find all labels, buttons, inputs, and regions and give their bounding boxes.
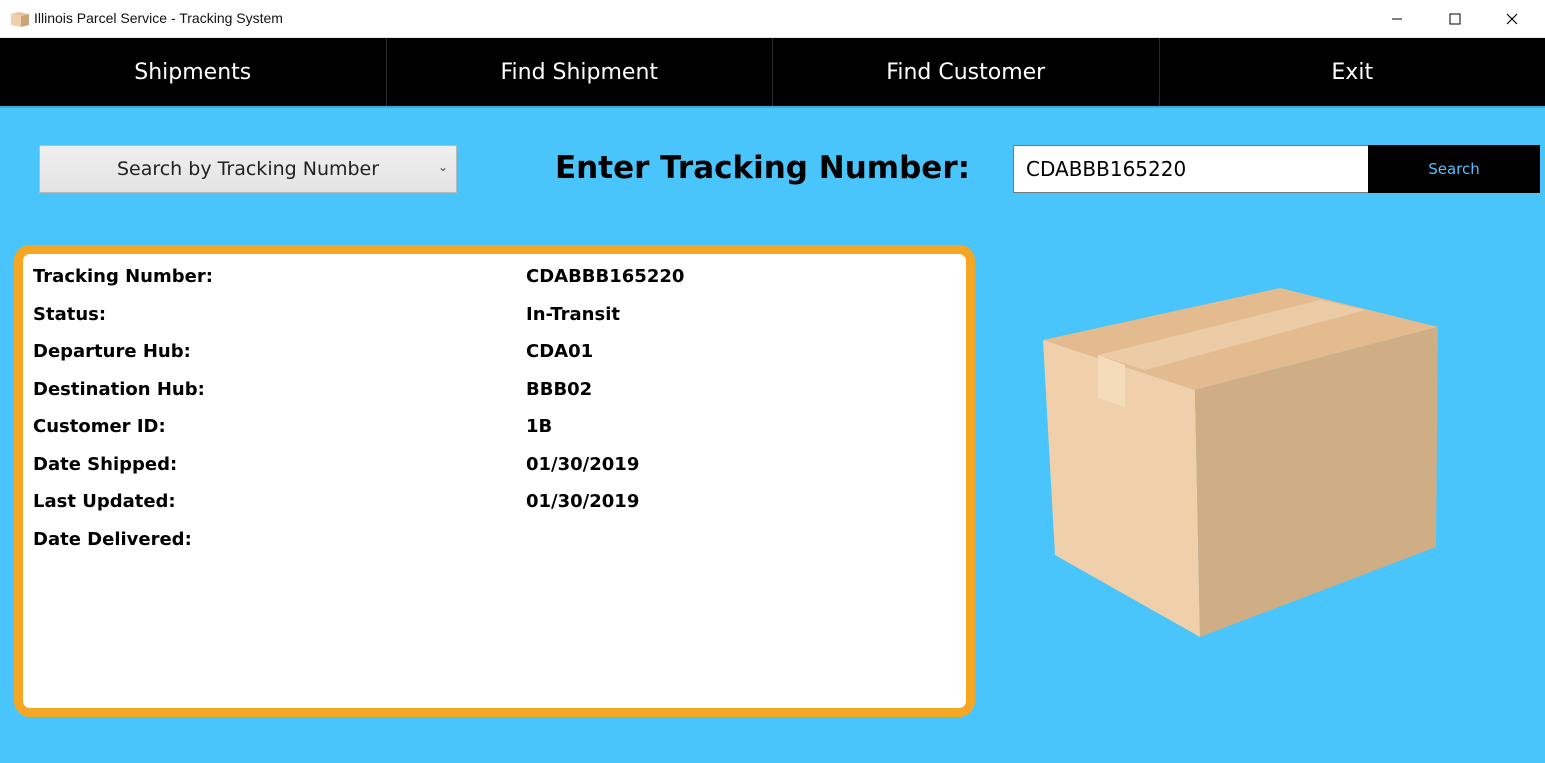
last-updated-value: 01/30/2019 xyxy=(526,491,640,512)
minimize-icon xyxy=(1392,18,1402,20)
last-updated-label: Last Updated: xyxy=(33,491,176,512)
date-delivered-label: Date Delivered: xyxy=(33,529,192,550)
nav-find-shipment[interactable]: Find Shipment xyxy=(387,38,773,106)
tracking-number-value: CDABBB165220 xyxy=(526,266,685,287)
status-value: In-Transit xyxy=(526,304,620,325)
window-title: Illinois Parcel Service - Tracking Syste… xyxy=(34,10,283,26)
nav-shipments[interactable]: Shipments xyxy=(0,38,387,106)
chevron-down-icon: ⌄ xyxy=(437,160,448,174)
title-bar: Illinois Parcel Service - Tracking Syste… xyxy=(0,0,1545,38)
search-button[interactable]: Search xyxy=(1368,145,1540,193)
destination-hub-label: Destination Hub: xyxy=(33,379,205,400)
minimize-button[interactable] xyxy=(1374,0,1420,38)
nav-find-customer[interactable]: Find Customer xyxy=(773,38,1160,106)
destination-hub-value: BBB02 xyxy=(526,379,593,400)
customer-id-label: Customer ID: xyxy=(33,416,166,437)
search-mode-dropdown[interactable]: Search by Tracking Number ⌄ xyxy=(39,145,457,193)
customer-id-value: 1B xyxy=(526,416,553,437)
shipment-details-card: Tracking Number: CDABBB165220 Status: In… xyxy=(14,245,975,717)
tracking-number-label: Tracking Number: xyxy=(33,266,213,287)
departure-hub-label: Departure Hub: xyxy=(33,341,191,362)
main-nav: Shipments Find Shipment Find Customer Ex… xyxy=(0,38,1545,106)
box-app-icon xyxy=(11,12,29,27)
departure-hub-value: CDA01 xyxy=(526,341,594,362)
tracking-prompt: Enter Tracking Number: xyxy=(555,150,971,186)
tracking-number-input[interactable] xyxy=(1013,145,1369,193)
search-mode-selected: Search by Tracking Number xyxy=(116,158,380,180)
close-icon xyxy=(1506,13,1518,25)
maximize-button[interactable] xyxy=(1432,0,1478,38)
date-shipped-value: 01/30/2019 xyxy=(526,454,640,475)
date-shipped-label: Date Shipped: xyxy=(33,454,178,475)
status-label: Status: xyxy=(33,304,107,325)
close-button[interactable] xyxy=(1489,0,1535,38)
nav-divider xyxy=(0,106,1545,108)
nav-exit[interactable]: Exit xyxy=(1160,38,1545,106)
parcel-box-illustration xyxy=(1043,288,1438,637)
maximize-icon xyxy=(1449,13,1461,25)
